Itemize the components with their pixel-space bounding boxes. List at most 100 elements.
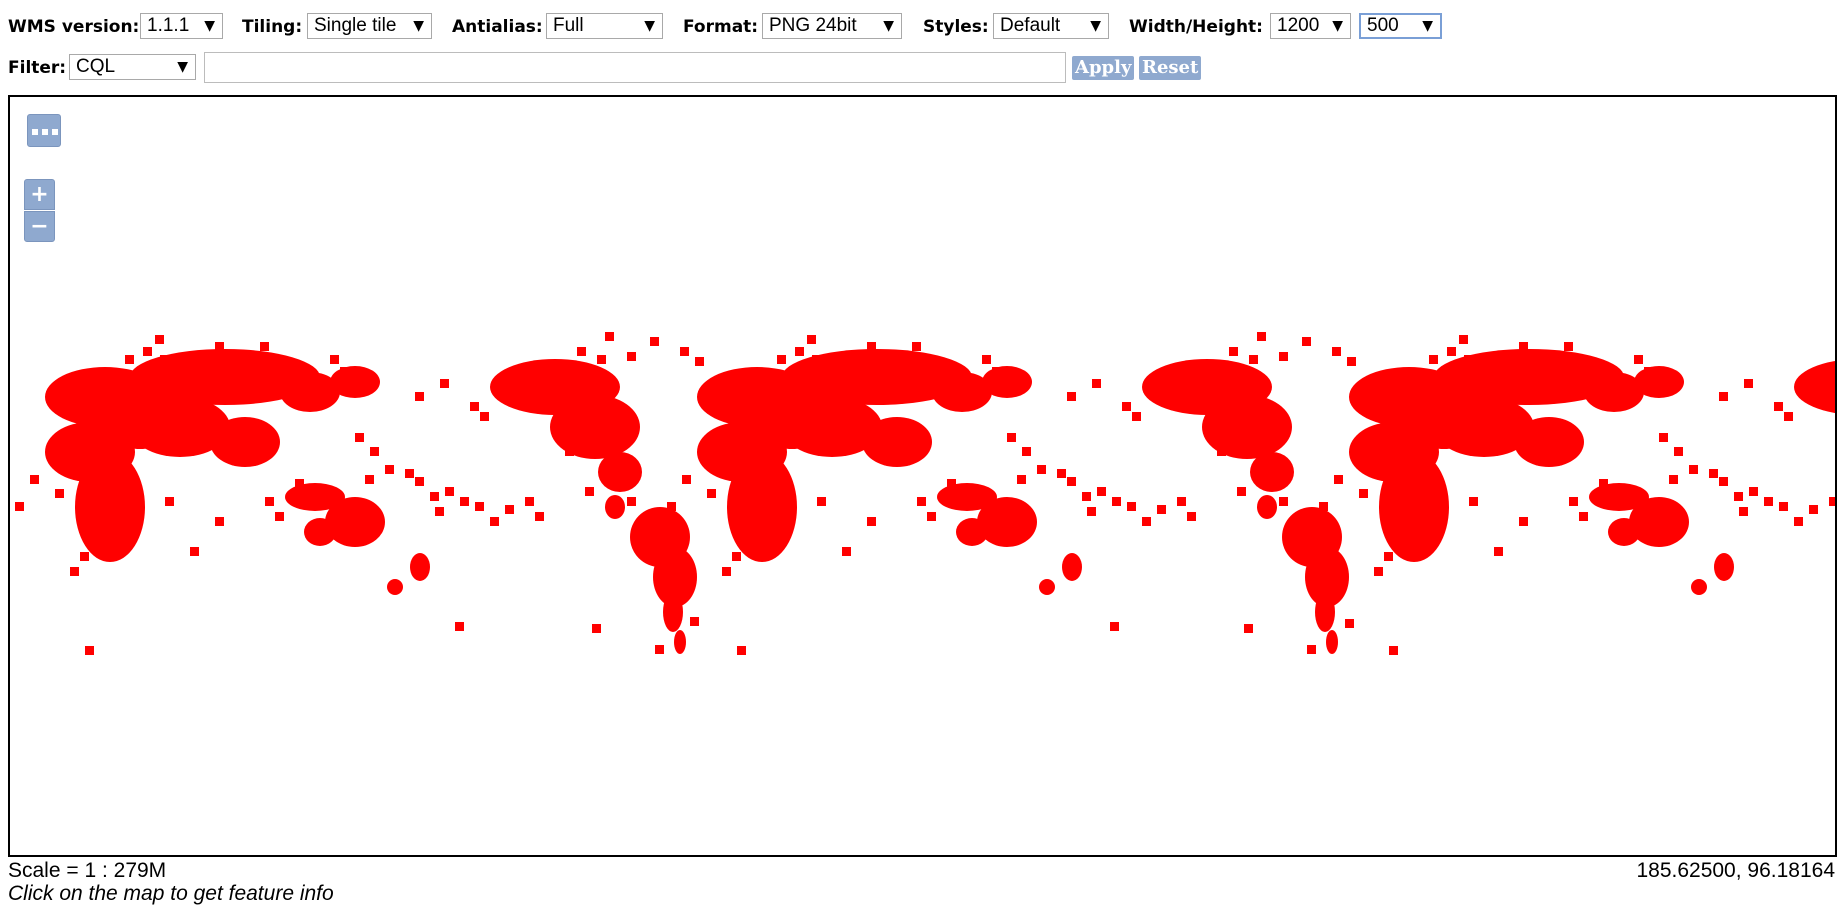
chevron-down-icon: ▼ [413,18,424,34]
feature-point [1229,347,1238,356]
feature-point [505,505,514,514]
feature-point [1082,492,1091,501]
feature-point [1784,412,1793,421]
antialias-select[interactable]: Full ▼ [546,13,663,39]
feature-point [947,362,956,371]
feature-point [1709,469,1718,478]
feature-point [1774,402,1783,411]
feature-point [585,487,594,496]
feature-point [1564,342,1573,351]
feature-point [1274,462,1283,471]
feature-point [597,355,606,364]
wms-version-select[interactable]: 1.1.1 ▼ [140,13,223,39]
feature-point [1744,379,1753,388]
feature-point [1302,337,1311,346]
apply-button[interactable]: Apply [1072,56,1135,80]
zoom-in-button[interactable]: + [24,179,55,210]
feature-point [1599,479,1608,488]
filter-type-select[interactable]: CQL ▼ [69,54,196,80]
chevron-down-icon: ▼ [204,18,215,34]
reset-button[interactable]: Reset [1139,56,1202,80]
feature-point [650,337,659,346]
feature-point [480,412,489,421]
feature-point [155,335,164,344]
landmass-cluster [956,518,988,546]
feature-point [1809,505,1818,514]
feature-point [445,487,454,496]
coordinates-readout: 185.62500, 96.18164 [1636,859,1835,882]
feature-point [1669,475,1678,484]
feature-point [15,502,24,511]
feature-point [1674,447,1683,456]
landmass-cluster [330,366,380,398]
feature-point [125,355,134,364]
feature-point [1217,447,1226,456]
filter-input[interactable] [204,52,1066,83]
feature-point [1319,502,1328,511]
feature-point [1279,352,1288,361]
layer-switcher-button[interactable] [27,114,61,147]
landmass-cluster [1039,579,1055,595]
feature-point [30,475,39,484]
feature-point [1112,497,1121,506]
feature-point [1794,517,1803,526]
feature-point [1127,502,1136,511]
landmass-cluster [727,452,797,562]
feature-point [1739,507,1748,516]
width-select[interactable]: 1200 ▼ [1270,13,1351,39]
feature-point [370,447,379,456]
feature-point [1734,492,1743,501]
feature-point [1359,489,1368,498]
feature-point [565,447,574,456]
width-height-label: Width/Height: [1129,17,1263,37]
feature-point [1459,335,1468,344]
tiling-value: Single tile [314,15,397,36]
feature-point [1644,367,1653,376]
landmass-cluster [550,395,640,459]
feature-point [1829,497,1835,506]
feature-info-hint: Click on the map to get feature info [8,882,334,905]
feature-point [1464,355,1473,364]
feature-point [1345,619,1354,628]
feature-point [1249,355,1258,364]
feature-point [1132,412,1141,421]
feature-point [812,355,821,364]
feature-point [70,567,79,576]
feature-point [1037,465,1046,474]
feature-point [1569,497,1578,506]
landmass-cluster [1326,630,1338,654]
styles-select[interactable]: Default ▼ [993,13,1109,39]
tiling-select[interactable]: Single tile ▼ [307,13,432,39]
feature-point [365,475,374,484]
feature-point [829,359,838,368]
feature-point [1719,477,1728,486]
wms-version-label: WMS version: [8,17,140,37]
feature-point [682,475,691,484]
feature-point [1374,567,1383,576]
feature-point [460,497,469,506]
landmass-cluster [1257,495,1277,519]
feature-point [160,355,169,364]
feature-point [1347,357,1356,366]
feature-point [627,497,636,506]
feature-point [1007,433,1016,442]
feature-point [1779,502,1788,511]
format-select[interactable]: PNG 24bit ▼ [762,13,902,39]
zoom-out-button[interactable]: − [24,211,55,242]
feature-point [842,547,851,556]
feature-point [80,552,89,561]
feature-point [1494,547,1503,556]
feature-point [592,624,601,633]
tiling-label: Tiling: [242,17,303,37]
feature-point [1092,379,1101,388]
feature-point [927,357,936,366]
feature-point [912,342,921,351]
map-viewport[interactable]: + − [8,95,1837,857]
feature-point [1122,402,1131,411]
feature-point [1504,363,1513,372]
height-select[interactable]: 500 ▼ [1359,13,1442,39]
feature-point [1429,355,1438,364]
feature-point [440,379,449,388]
filter-label: Filter: [8,58,67,78]
feature-point [732,552,741,561]
